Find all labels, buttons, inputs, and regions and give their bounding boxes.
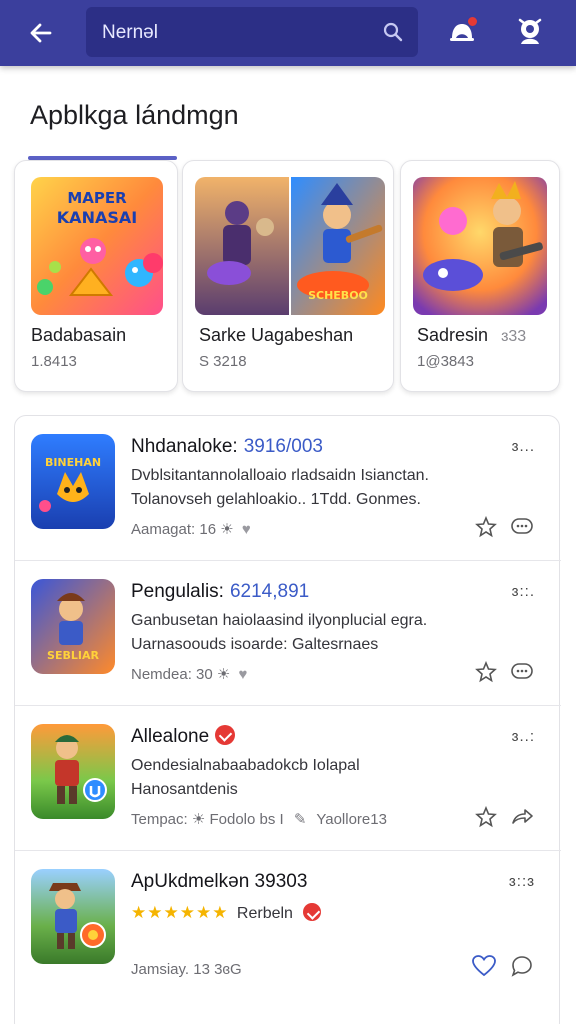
heart-outline-icon — [472, 955, 496, 977]
profile-button[interactable] — [512, 14, 548, 50]
app-footer: Tempac: ☀ Fodolo bs I ✎ Yaollore13 — [131, 811, 387, 828]
app-title: Nhdanaloke: 3916/003 — [131, 436, 323, 457]
more-options-button[interactable]: ɜ..: — [512, 728, 535, 745]
search-icon[interactable] — [382, 21, 404, 43]
app-code: 3916/003 — [243, 436, 323, 457]
back-arrow-icon — [30, 23, 52, 43]
app-footer: Aamagat: 16 ☀ ♥ — [131, 521, 251, 538]
star-outline-icon — [475, 806, 497, 828]
app-icon: BINEHAN — [31, 434, 115, 529]
heart-icon: ♥ — [241, 521, 251, 538]
more-options-button[interactable]: ɜ::ɜ — [509, 873, 535, 890]
favorite-button[interactable] — [473, 804, 499, 830]
featured-card[interactable]: Sadresin ɜ33 1@3843 — [400, 160, 560, 392]
list-item[interactable]: ApUkdmelkən 39303 ★★★★★★ Rerbeln Jamsiay… — [15, 851, 561, 996]
like-button[interactable] — [471, 953, 497, 979]
heart-badge-icon — [303, 902, 322, 921]
icon-caption: SEBLIAR — [47, 649, 99, 662]
art-title-line2: KANASAI — [57, 208, 137, 227]
verified-badge-icon — [215, 724, 236, 745]
section-title: Apblkga lándmgn — [30, 100, 239, 130]
app-icon: SEBLIAR — [31, 579, 115, 674]
back-button[interactable] — [22, 14, 60, 52]
edit-icon: ✎ — [293, 811, 307, 828]
featured-badge: ɜ33 — [501, 328, 527, 345]
app-footer: Jamsiay. 13 3ɞG — [131, 961, 242, 978]
featured-meta: 1.8413 — [31, 353, 77, 370]
comment-button[interactable] — [509, 659, 535, 685]
star-outline-icon — [475, 661, 497, 683]
list-item[interactable]: Allealone Oendesialnabaabadokcb Iolapal … — [15, 706, 561, 851]
app-icon — [31, 869, 115, 964]
chat-icon — [511, 518, 533, 534]
favorite-button[interactable] — [473, 659, 499, 685]
app-description: Ganbusetan haiolaasind ilyonplucial egra… — [131, 612, 428, 653]
featured-art: MAPER KANASAI — [31, 177, 163, 315]
top-app-bar: Nernəl — [0, 0, 576, 66]
chat-icon — [511, 663, 533, 679]
speech-bubble-icon — [511, 956, 532, 977]
featured-art: SCHEBOO — [195, 177, 385, 315]
search-bar[interactable]: Nernəl — [86, 7, 418, 57]
comment-button[interactable] — [509, 953, 535, 979]
featured-name: Sadresin ɜ33 — [417, 325, 527, 345]
share-arrow-icon — [512, 809, 533, 824]
share-button[interactable] — [509, 804, 535, 830]
app-title: Pengulalis: 6214,891 — [131, 581, 310, 602]
rating-stars: ★★★★★★ — [131, 903, 229, 922]
search-input[interactable]: Nernəl — [102, 22, 158, 44]
notification-button[interactable] — [444, 14, 480, 50]
heart-icon: ♥ — [238, 666, 248, 683]
featured-art — [413, 177, 547, 315]
featured-meta: S 3218 — [199, 353, 247, 370]
featured-card[interactable]: MAPER KANASAI Badabasain 1.8413 — [14, 160, 178, 392]
app-footer: Nemdea: 30 ☀ ♥ — [131, 666, 248, 683]
app-icon — [31, 724, 115, 819]
featured-meta: 1@3843 — [417, 353, 474, 370]
notification-badge — [467, 16, 478, 27]
app-title: Allealone — [131, 724, 236, 748]
app-description: Dvblsitantannolalloaio rladsaidn Isianct… — [131, 467, 429, 508]
featured-card[interactable]: SCHEBOO Sarke Uagabeshan S 3218 — [182, 160, 394, 392]
favorite-button[interactable] — [473, 514, 499, 540]
profile-icon — [518, 18, 542, 44]
list-item[interactable]: SEBLIAR Pengulalis: 6214,891 Ganbusetan h… — [15, 561, 561, 706]
featured-name: Sarke Uagabeshan — [199, 325, 354, 345]
art-caption: SCHEBOO — [308, 289, 368, 302]
app-code: 6214,891 — [229, 581, 310, 602]
featured-name: Badabasain — [31, 325, 127, 345]
app-list: BINEHAN Nhdanaloke: 3916/003 Dvblsitantan… — [14, 415, 561, 1024]
comment-button[interactable] — [509, 514, 535, 540]
art-title-line1: MAPER — [67, 189, 127, 207]
app-description: Oendesialnabaabadokcb Iolapal Hanosantde… — [131, 757, 360, 798]
more-options-button[interactable]: ɜ... — [512, 438, 535, 455]
star-outline-icon — [475, 516, 497, 538]
app-rating: ★★★★★★ Rerbeln — [131, 901, 491, 926]
more-options-button[interactable]: ɜ::. — [512, 583, 535, 600]
icon-caption: BINEHAN — [45, 456, 101, 469]
list-item[interactable]: BINEHAN Nhdanaloke: 3916/003 Dvblsitantan… — [15, 416, 561, 561]
app-title: ApUkdmelkən 39303 — [131, 871, 308, 892]
